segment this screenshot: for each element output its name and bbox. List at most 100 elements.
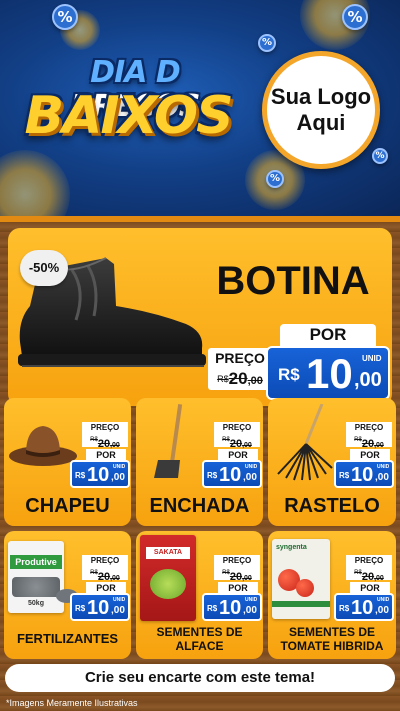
old-price-currency: R$ [222, 570, 230, 576]
illustrative-images-note: *Imagens Meramente Ilustrativas [6, 698, 138, 708]
new-price-dec: ,00 [375, 605, 389, 616]
new-price: R$ 10 ,00 UNID [70, 460, 130, 488]
percent-badge-icon: % [372, 148, 388, 164]
product-card-enchada[interactable]: PREÇO R$20,00 POR R$ 10 ,00 UNID ENCHADA [136, 398, 263, 526]
old-price: R$20,00 [208, 368, 272, 390]
old-price: R$20,00 [214, 434, 260, 450]
new-price-currency: R$ [75, 604, 86, 613]
old-price-dec: ,00 [374, 442, 384, 449]
tomato-illustration [296, 579, 314, 597]
header-banner: % % % % % DIA D PREÇOS BAIXOS Sua Logo A… [0, 0, 400, 216]
new-price-dec: ,00 [243, 472, 257, 483]
old-price-dec: ,00 [247, 375, 263, 387]
offers-board: -50% BOTINA PREÇO R$20,00 POR R$ 10 ,00 … [0, 216, 400, 711]
new-price-int: 10 [306, 350, 353, 397]
new-price-dec: ,00 [111, 605, 125, 616]
bag-brand: Produtive [10, 555, 62, 569]
new-price-int: 10 [351, 464, 374, 486]
unit-label: UNID [377, 597, 390, 603]
price-label: PREÇO [208, 348, 272, 368]
packet-stripe [272, 601, 330, 607]
product-card-chapeu[interactable]: PREÇO R$20,00 POR R$ 10 ,00 UNID CHAPEU [4, 398, 131, 526]
price-label: PREÇO [82, 555, 128, 567]
featured-product-name: BOTINA [216, 259, 370, 303]
new-price-dec: ,00 [354, 369, 382, 391]
logo-line1: Sua Logo [270, 84, 372, 109]
old-price: R$20,00 [82, 434, 128, 450]
board-top-strip [0, 216, 400, 222]
old-price: R$20,00 [214, 567, 260, 583]
new-price-currency: R$ [339, 604, 350, 613]
unit-label: UNID [245, 464, 258, 470]
promo-title-prefix: DIA D [90, 55, 181, 90]
new-price-int: 10 [351, 597, 374, 619]
seed-packet-image: syngenta [272, 539, 330, 619]
new-price: R$ 10 ,00 UNID [334, 460, 394, 488]
old-price-int: 20 [228, 369, 248, 388]
new-price-dec: ,00 [243, 605, 257, 616]
old-price-dec: ,00 [110, 442, 120, 449]
percent-badge-icon: % [52, 4, 78, 30]
old-price-currency: R$ [354, 437, 362, 443]
old-price-currency: R$ [354, 570, 362, 576]
product-card-rastelo[interactable]: PREÇO R$20,00 POR R$ 10 ,00 UNID RASTELO [268, 398, 396, 526]
unit-label: UNID [245, 597, 258, 603]
percent-badge-icon: % [266, 170, 284, 188]
product-name-line2: ALFACE [175, 639, 224, 653]
product-name: FERTILIZANTES [16, 631, 119, 646]
featured-product-card[interactable]: -50% BOTINA PREÇO R$20,00 POR R$ 10 ,00 … [8, 228, 392, 406]
discount-badge: -50% [20, 250, 68, 286]
packet-brand: syngenta [276, 544, 307, 551]
price-label: PREÇO [346, 555, 392, 567]
old-price: R$20,00 [82, 567, 128, 583]
new-price-dec: ,00 [375, 472, 389, 483]
logo-line2: Aqui [296, 110, 346, 135]
new-price-currency: R$ [75, 471, 86, 480]
unit-label: UNID [377, 464, 390, 470]
new-price-currency: R$ [207, 471, 218, 480]
old-price: R$20,00 [346, 567, 392, 583]
new-price-currency: R$ [278, 365, 300, 384]
fertilizer-bag-image: Produtive 50kg [8, 541, 64, 613]
bag-content-image [12, 577, 60, 597]
new-price-int: 10 [219, 597, 242, 619]
new-price: R$ 10 ,00 UNID [334, 593, 394, 621]
product-name: CHAPEU [25, 495, 110, 517]
price-label: PREÇO [82, 422, 128, 434]
price-label: PREÇO [214, 422, 260, 434]
unit-label: UNID [113, 464, 126, 470]
old-price-dec: ,00 [374, 575, 384, 582]
new-price: R$ 10 ,00 UNID [266, 346, 390, 400]
por-label: POR [280, 324, 376, 346]
product-name: SEMENTES DE TOMATE HIBRIDA [268, 625, 396, 653]
seed-packet-image: SAKATA [140, 535, 196, 621]
product-name: SEMENTES DE ALFACE [136, 625, 263, 653]
packet-brand: SAKATA [146, 547, 190, 559]
promo-title: DIA D PREÇOS BAIXOS [8, 56, 248, 160]
product-card-sementes-alface[interactable]: SAKATA PREÇO R$20,00 POR R$ 10 ,00 UNID … [136, 531, 263, 659]
new-price-dec: ,00 [111, 472, 125, 483]
old-price-dec: ,00 [242, 442, 252, 449]
new-price-int: 10 [87, 597, 110, 619]
new-price-currency: R$ [207, 604, 218, 613]
new-price-int: 10 [87, 464, 110, 486]
create-flyer-cta[interactable]: Crie seu encarte com este tema! [5, 664, 395, 692]
rake-image [277, 404, 333, 481]
product-name-line1: SEMENTES DE [288, 625, 375, 639]
old-price-currency: R$ [222, 437, 230, 443]
promo-title-line2: BAIXOS [24, 86, 233, 146]
old-price-currency: R$ [90, 437, 98, 443]
price-label: PREÇO [346, 422, 392, 434]
new-price: R$ 10 ,00 UNID [202, 593, 262, 621]
price-label: PREÇO [214, 555, 260, 567]
product-name: RASTELO [284, 495, 380, 517]
unit-label: UNID [113, 597, 126, 603]
new-price: R$ 10 ,00 UNID [202, 460, 262, 488]
percent-badge-icon: % [342, 4, 368, 30]
old-price-currency: R$ [90, 570, 98, 576]
logo-placeholder[interactable]: Sua Logo Aqui [262, 51, 380, 169]
product-card-sementes-tomate[interactable]: syngenta PREÇO R$20,00 POR R$ 10 ,00 UNI… [268, 531, 396, 659]
product-card-fertilizantes[interactable]: Produtive 50kg PREÇO R$20,00 POR R$ 10 ,… [4, 531, 131, 659]
new-price-currency: R$ [339, 471, 350, 480]
product-name-line2: TOMATE HIBRIDA [280, 639, 384, 653]
